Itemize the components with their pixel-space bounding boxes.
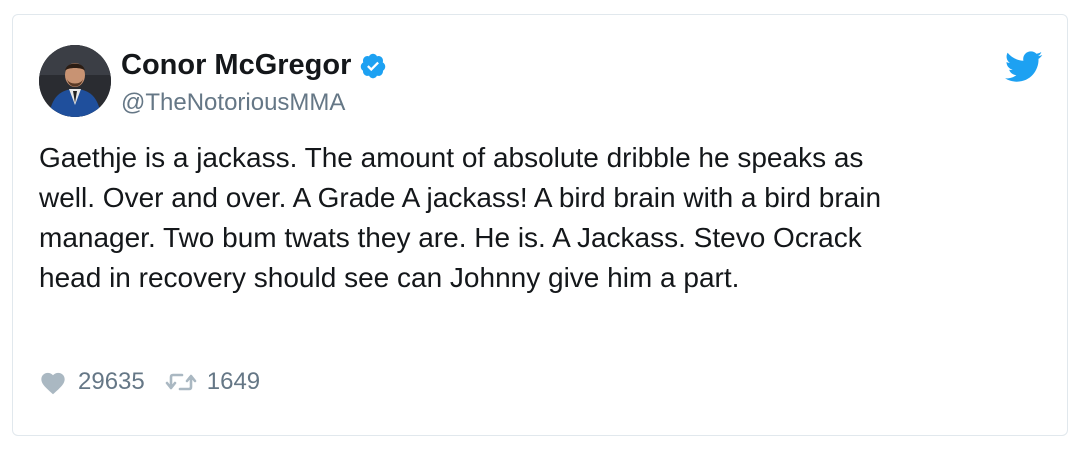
like-button[interactable]: 29635 [39, 368, 145, 396]
author-handle[interactable]: @TheNotoriousMMA [121, 89, 345, 117]
tweet-actions: 29635 1649 [39, 367, 260, 397]
avatar[interactable] [39, 45, 111, 117]
retweet-icon[interactable] [165, 371, 197, 393]
tweet-text-line: well. Over and over. A Grade A jackass! … [39, 182, 882, 213]
like-count: 29635 [78, 368, 145, 395]
tweet-card: Conor McGregor @TheNotoriousMMA Gaethje … [12, 14, 1068, 436]
tweet-text-line: Gaethje is a jackass. The amount of abso… [39, 142, 864, 173]
twitter-bird-icon[interactable] [1004, 51, 1043, 83]
tweet-text-line: head in recovery should see can Johnny g… [39, 262, 740, 293]
retweet-count: 1649 [206, 368, 261, 395]
author-name[interactable]: Conor McGregor [121, 49, 387, 82]
heart-icon[interactable] [39, 370, 67, 395]
retweet-button[interactable]: 1649 [165, 368, 260, 396]
tweet-text-line: manager. Two bum twats they are. He is. … [39, 222, 862, 253]
tweet-text: Gaethje is a jackass. The amount of abso… [39, 138, 1029, 298]
author-name-text[interactable]: Conor McGregor [121, 49, 351, 82]
verified-badge-icon [359, 52, 387, 80]
